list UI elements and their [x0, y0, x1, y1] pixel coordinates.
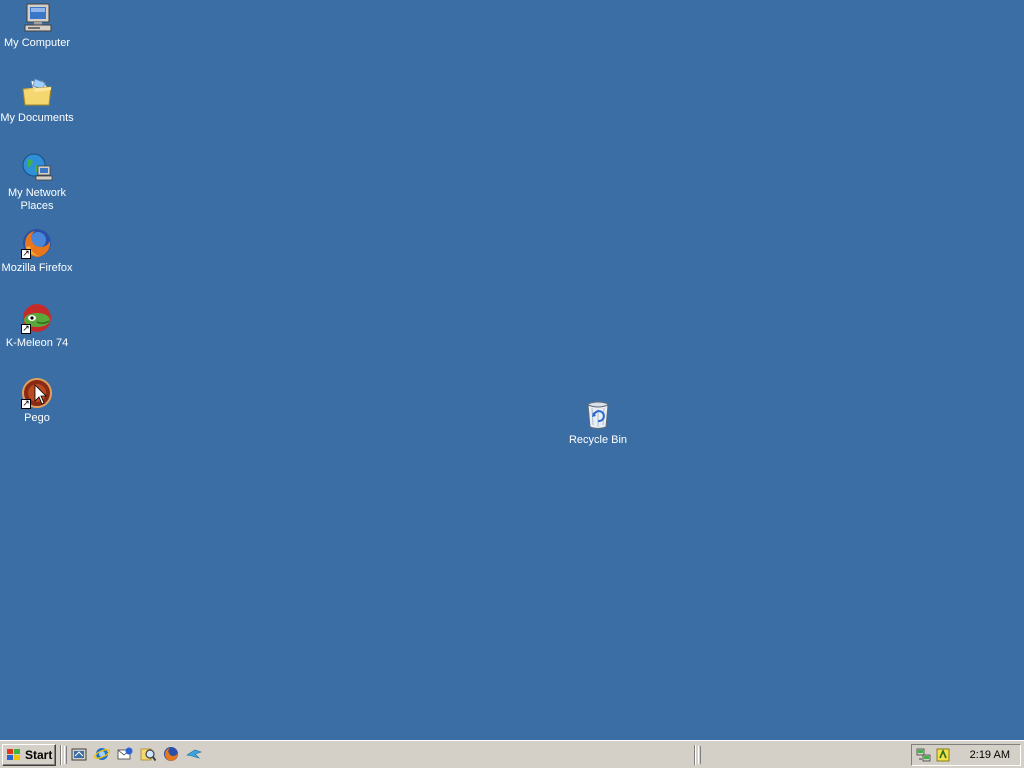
desktop-icon-label: Pego — [24, 412, 50, 424]
desktop-icon-label: Mozilla Firefox — [1, 262, 73, 274]
desktop-icon-my-network-places[interactable]: My Network Places — [0, 152, 74, 213]
desktop-icon-label: My Documents — [0, 112, 74, 124]
search-icon[interactable] — [140, 746, 156, 762]
taskbar: Start 2:19 AM — [0, 740, 1024, 768]
shortcut-arrow-icon: ↗ — [21, 249, 31, 259]
shortcut-arrow-icon: ↗ — [21, 399, 31, 409]
pego-icon: ↗ — [21, 377, 53, 409]
k-meleon-icon: ↗ — [21, 302, 53, 334]
folder-icon — [21, 77, 53, 109]
desktop-icon-my-computer[interactable]: My Computer — [0, 2, 74, 50]
desktop-icon-pego[interactable]: ↗ Pego — [0, 377, 74, 425]
shortcut-arrow-icon: ↗ — [21, 324, 31, 334]
desktop-icon-my-documents[interactable]: My Documents — [0, 77, 74, 125]
recycle-bin-icon — [582, 399, 614, 431]
desktop-icon-label: My Computer — [3, 37, 71, 49]
desktop-icon-mozilla-firefox[interactable]: ↗ Mozilla Firefox — [0, 227, 74, 275]
taskbar-separator — [60, 745, 62, 765]
clock[interactable]: 2:19 AM — [970, 749, 1010, 761]
desktop-icon-label: Recycle Bin — [568, 434, 628, 446]
taskbar-separator — [694, 745, 696, 765]
outlook-express-icon[interactable] — [117, 746, 133, 762]
quick-launch-grip[interactable] — [64, 746, 67, 764]
desktop-icon-recycle-bin[interactable]: Recycle Bin — [561, 399, 635, 447]
system-tray: 2:19 AM — [911, 744, 1021, 766]
firefox-icon[interactable] — [163, 746, 179, 762]
firefox-icon: ↗ — [21, 227, 53, 259]
shield-icon[interactable] — [935, 747, 951, 763]
network-icon — [21, 152, 53, 184]
desktop[interactable]: My Computer My Documents My Network Plac… — [0, 0, 1024, 740]
media-icon[interactable] — [186, 746, 202, 762]
show-desktop-icon[interactable] — [71, 746, 87, 762]
desktop-icon-label: My Network Places — [7, 187, 67, 212]
start-button[interactable]: Start — [2, 744, 56, 766]
task-area-grip[interactable] — [698, 746, 701, 764]
network-connection-icon[interactable] — [916, 747, 932, 763]
quick-launch-toolbar — [71, 746, 202, 764]
internet-explorer-icon[interactable] — [94, 746, 110, 762]
start-label: Start — [25, 748, 53, 762]
desktop-icon-k-meleon[interactable]: ↗ K-Meleon 74 — [0, 302, 74, 350]
desktop-icon-label: K-Meleon 74 — [5, 337, 69, 349]
computer-icon — [21, 2, 53, 34]
windows-flag-icon — [6, 748, 22, 762]
